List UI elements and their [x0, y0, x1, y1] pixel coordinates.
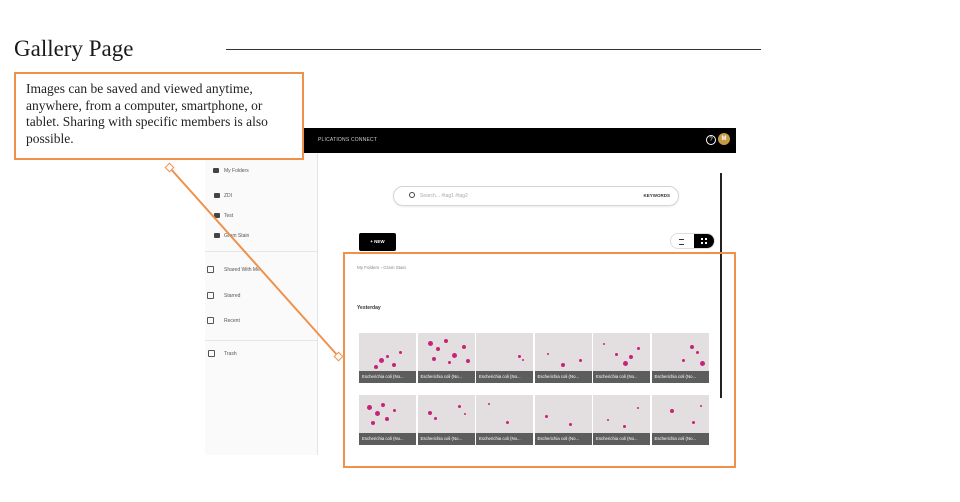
folder-icon: [213, 168, 219, 173]
new-button[interactable]: + NEW: [359, 233, 396, 251]
sidebar-item-my-folders[interactable]: My Folders: [205, 165, 317, 179]
sidebar-item-label: Shared With Me: [224, 267, 260, 273]
connector-start-marker: [164, 162, 175, 173]
avatar[interactable]: M: [718, 133, 730, 145]
sidebar-item-label: Trash: [224, 351, 237, 357]
grid-view-button[interactable]: [694, 234, 714, 248]
trash-icon: [208, 350, 215, 357]
sidebar-divider: [205, 251, 317, 252]
sidebar-item-shared[interactable]: Shared With Me: [205, 264, 317, 278]
sidebar-item-label: ZDI: [224, 193, 233, 199]
sidebar: My Folders ZDI Test Gram Stain Shared Wi…: [205, 153, 318, 455]
sidebar-item-folder[interactable]: ZDI: [205, 190, 317, 204]
sidebar-item-label: Starred: [224, 293, 241, 299]
list-view-icon[interactable]: [679, 239, 684, 245]
gallery-highlight-box: [343, 252, 736, 468]
title-divider: [226, 49, 761, 50]
grid-view-icon: [701, 238, 707, 244]
search-icon: [409, 192, 415, 198]
sidebar-item-starred[interactable]: Starred: [205, 290, 317, 304]
shared-folder-icon: [207, 266, 214, 273]
sidebar-item-folder[interactable]: Gram Stain: [205, 230, 317, 244]
page-title: Gallery Page: [14, 36, 134, 61]
folder-icon: [214, 233, 220, 238]
view-toggle[interactable]: [670, 233, 715, 249]
question-circle-icon[interactable]: ?: [706, 135, 716, 145]
sidebar-divider: [205, 340, 317, 341]
search-placeholder: Search... #tag1 #tag2: [420, 193, 468, 199]
keywords-button[interactable]: KEYWORDS: [643, 193, 670, 198]
sidebar-item-folder[interactable]: Test: [205, 210, 317, 224]
sidebar-item-recent[interactable]: Recent: [205, 315, 317, 329]
search-input[interactable]: Search... #tag1 #tag2 KEYWORDS: [393, 186, 679, 206]
folder-icon: [214, 213, 220, 218]
star-folder-icon: [207, 292, 214, 299]
recent-icon: [207, 317, 214, 324]
sidebar-item-label: My Folders: [224, 168, 249, 174]
folder-icon: [214, 193, 220, 198]
sidebar-item-label: Gram Stain: [224, 233, 250, 239]
sidebar-item-trash[interactable]: Trash: [205, 348, 317, 362]
sidebar-item-label: Recent: [224, 318, 240, 324]
callout-box: Images can be saved and viewed anytime, …: [14, 72, 304, 160]
sidebar-item-label: Test: [224, 213, 234, 219]
callout-text: Images can be saved and viewed anytime, …: [26, 81, 268, 146]
top-nav-links[interactable]: PLICATIONS CONNECT: [318, 137, 377, 143]
app-top-bar: PLICATIONS CONNECT ? M: [304, 128, 736, 153]
